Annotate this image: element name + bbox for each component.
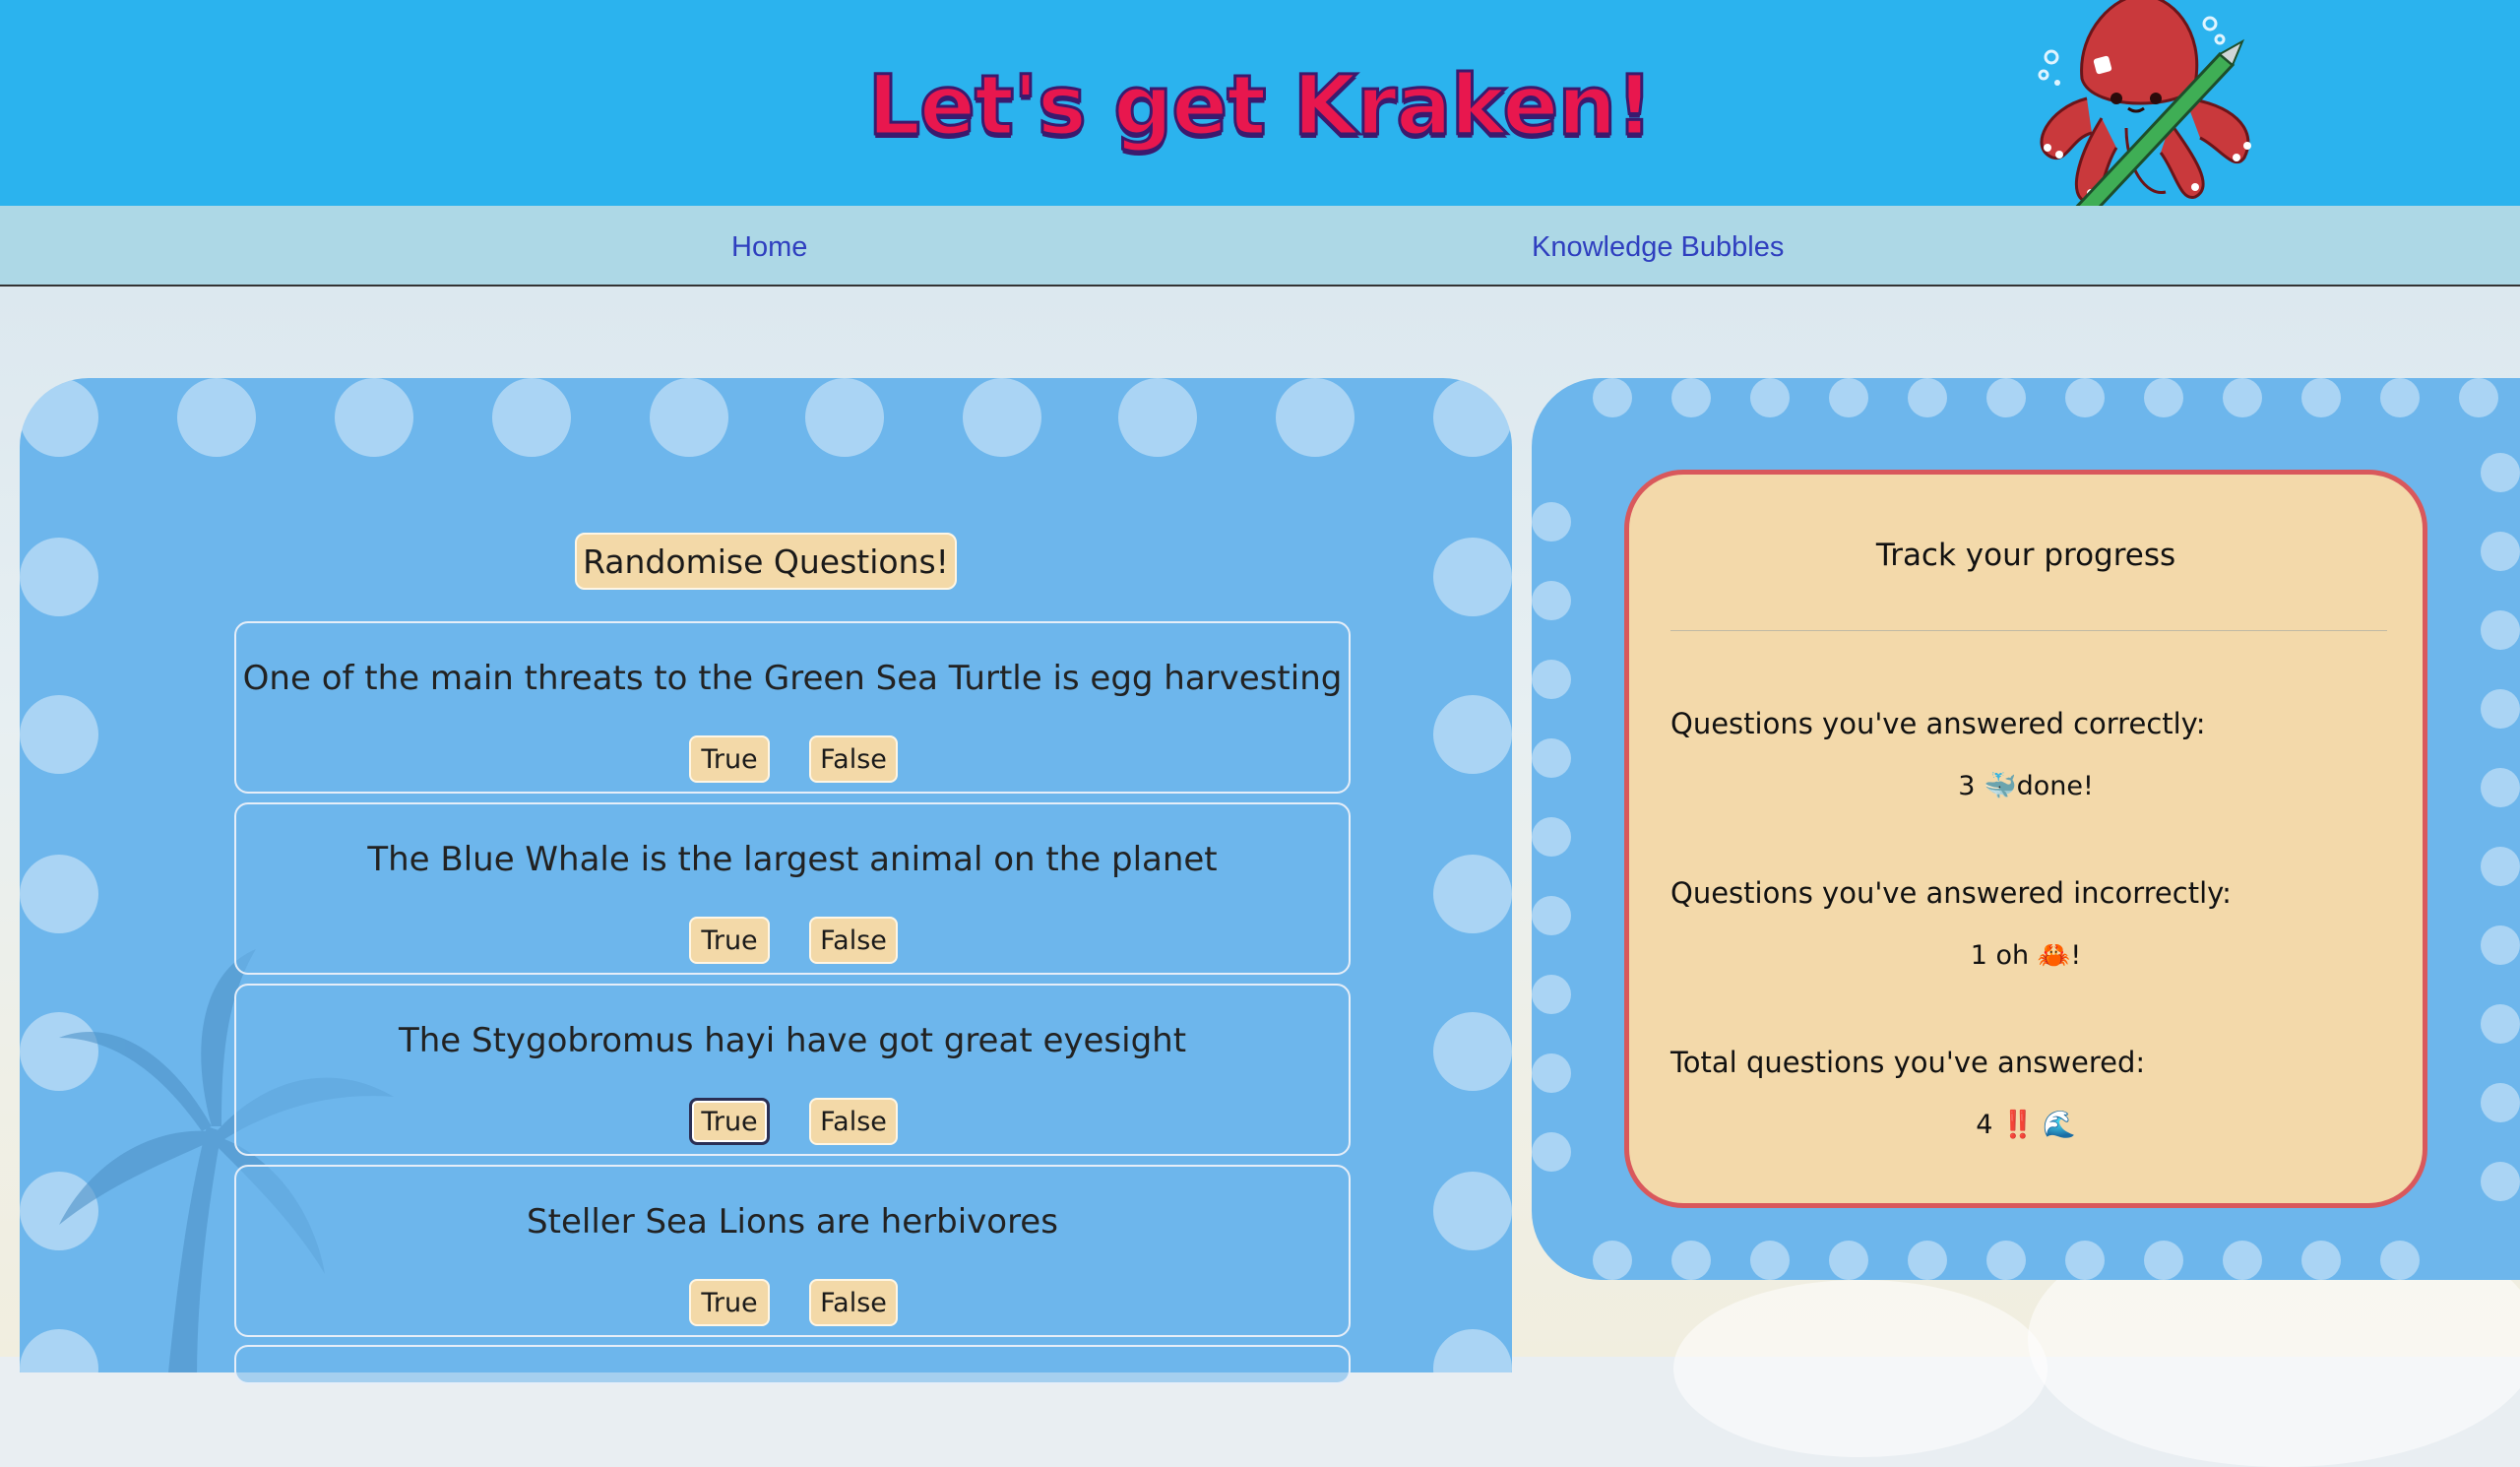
- decorative-bubble: [2481, 453, 2520, 492]
- total-answers-label: Total questions you've answered:: [1670, 1046, 2146, 1079]
- decorative-bubble: [2065, 1241, 2105, 1280]
- decorative-bubble: [1532, 896, 1571, 935]
- decorative-bubble: [1908, 1241, 1947, 1280]
- decorative-bubble: [335, 378, 413, 457]
- randomise-questions-button[interactable]: Randomise Questions!: [575, 533, 957, 590]
- decorative-bubble: [1532, 1132, 1571, 1172]
- question-card: The Blue Whale is the largest animal on …: [234, 802, 1351, 975]
- decorative-bubble: [2223, 378, 2262, 417]
- decorative-bubble: [2481, 610, 2520, 650]
- site-header: Let's get Kraken!: [0, 0, 2520, 222]
- decorative-bubble: [1532, 660, 1571, 699]
- decorative-bubble: [1532, 975, 1571, 1014]
- answer-false-button[interactable]: False: [809, 1279, 898, 1326]
- decorative-bubble: [1671, 378, 1711, 417]
- correct-answers-label: Questions you've answered correctly:: [1670, 707, 2206, 740]
- decorative-bubble: [1908, 378, 1947, 417]
- answer-false-button[interactable]: False: [809, 735, 898, 783]
- decorative-bubble: [177, 378, 256, 457]
- decorative-bubble: [1433, 1172, 1512, 1250]
- decorative-bubble: [1276, 378, 1354, 457]
- decorative-bubble: [1593, 378, 1632, 417]
- decorative-bubble: [1433, 378, 1512, 457]
- correct-answers-value: 3 🐳done!: [1958, 771, 2094, 801]
- question-card: [234, 1345, 1351, 1384]
- decorative-bubble: [2481, 532, 2520, 571]
- divider: [1670, 630, 2387, 631]
- decorative-bubble: [1986, 1241, 2026, 1280]
- decorative-bubble: [1433, 538, 1512, 616]
- decorative-bubble: [805, 378, 884, 457]
- decorative-bubble: [2144, 1241, 2183, 1280]
- question-text: The Blue Whale is the largest animal on …: [367, 840, 1218, 879]
- decorative-bubble: [2144, 378, 2183, 417]
- decorative-bubble: [1118, 378, 1197, 457]
- decorative-bubble: [20, 695, 98, 774]
- total-answers-value: 4 ‼️ 🌊: [1976, 1110, 2076, 1140]
- decorative-bubble: [2065, 378, 2105, 417]
- decorative-bubble: [1532, 817, 1571, 857]
- decorative-bubble: [1986, 378, 2026, 417]
- question-text: The Stygobromus hayi have got great eyes…: [398, 1021, 1187, 1060]
- main-nav: Home Knowledge Bubbles: [0, 206, 2520, 287]
- decorative-bubble: [1593, 1241, 1632, 1280]
- octopus-with-pen-icon: [2038, 0, 2251, 222]
- decorative-bubble: [492, 378, 571, 457]
- decorative-bubble: [2301, 378, 2341, 417]
- background-cloud: [1673, 1280, 2048, 1457]
- answer-false-button[interactable]: False: [809, 917, 898, 964]
- question-card: One of the main threats to the Green Sea…: [234, 621, 1351, 794]
- question-text: Steller Sea Lions are herbivores: [527, 1202, 1058, 1242]
- decorative-bubble: [2481, 689, 2520, 729]
- decorative-bubble: [2481, 1004, 2520, 1044]
- decorative-bubble: [2481, 847, 2520, 886]
- decorative-bubble: [1433, 855, 1512, 933]
- decorative-bubble: [2223, 1241, 2262, 1280]
- decorative-bubble: [1750, 378, 1790, 417]
- decorative-bubble: [2459, 378, 2498, 417]
- decorative-bubble: [1532, 1053, 1571, 1093]
- progress-card: Track your progress Questions you've ans…: [1624, 470, 2427, 1208]
- answer-true-button[interactable]: True: [689, 917, 770, 964]
- decorative-bubble: [1671, 1241, 1711, 1280]
- answer-true-button[interactable]: True: [689, 735, 770, 783]
- decorative-bubble: [1433, 1329, 1512, 1372]
- decorative-bubble: [20, 538, 98, 616]
- answer-true-button[interactable]: True: [689, 1279, 770, 1326]
- incorrect-answers-label: Questions you've answered incorrectly:: [1670, 876, 2232, 910]
- answer-true-button[interactable]: True: [689, 1098, 770, 1145]
- decorative-bubble: [1829, 1241, 1868, 1280]
- progress-title: Track your progress: [1875, 538, 2176, 573]
- decorative-bubble: [1532, 502, 1571, 542]
- question-text: One of the main threats to the Green Sea…: [242, 659, 1343, 698]
- decorative-bubble: [2380, 378, 2420, 417]
- nav-link-home[interactable]: Home: [731, 231, 807, 264]
- decorative-bubble: [1750, 1241, 1790, 1280]
- answer-false-button[interactable]: False: [809, 1098, 898, 1145]
- decorative-bubble: [2301, 1241, 2341, 1280]
- decorative-bubble: [1433, 1012, 1512, 1091]
- decorative-bubble: [2481, 768, 2520, 807]
- decorative-bubble: [2481, 925, 2520, 965]
- decorative-bubble: [650, 378, 728, 457]
- decorative-bubble: [1532, 738, 1571, 778]
- decorative-bubble: [1433, 695, 1512, 774]
- decorative-bubble: [963, 378, 1041, 457]
- decorative-bubble: [2380, 1241, 2420, 1280]
- decorative-bubble: [1532, 581, 1571, 620]
- decorative-bubble: [20, 855, 98, 933]
- decorative-bubble: [1829, 378, 1868, 417]
- decorative-bubble: [2481, 1162, 2520, 1201]
- question-card: Steller Sea Lions are herbivores True Fa…: [234, 1165, 1351, 1337]
- nav-link-knowledge-bubbles[interactable]: Knowledge Bubbles: [1532, 231, 1784, 264]
- incorrect-answers-value: 1 oh 🦀!: [1970, 940, 2082, 971]
- question-card: The Stygobromus hayi have got great eyes…: [234, 984, 1351, 1156]
- decorative-bubble: [2481, 1083, 2520, 1122]
- decorative-bubble: [20, 378, 98, 457]
